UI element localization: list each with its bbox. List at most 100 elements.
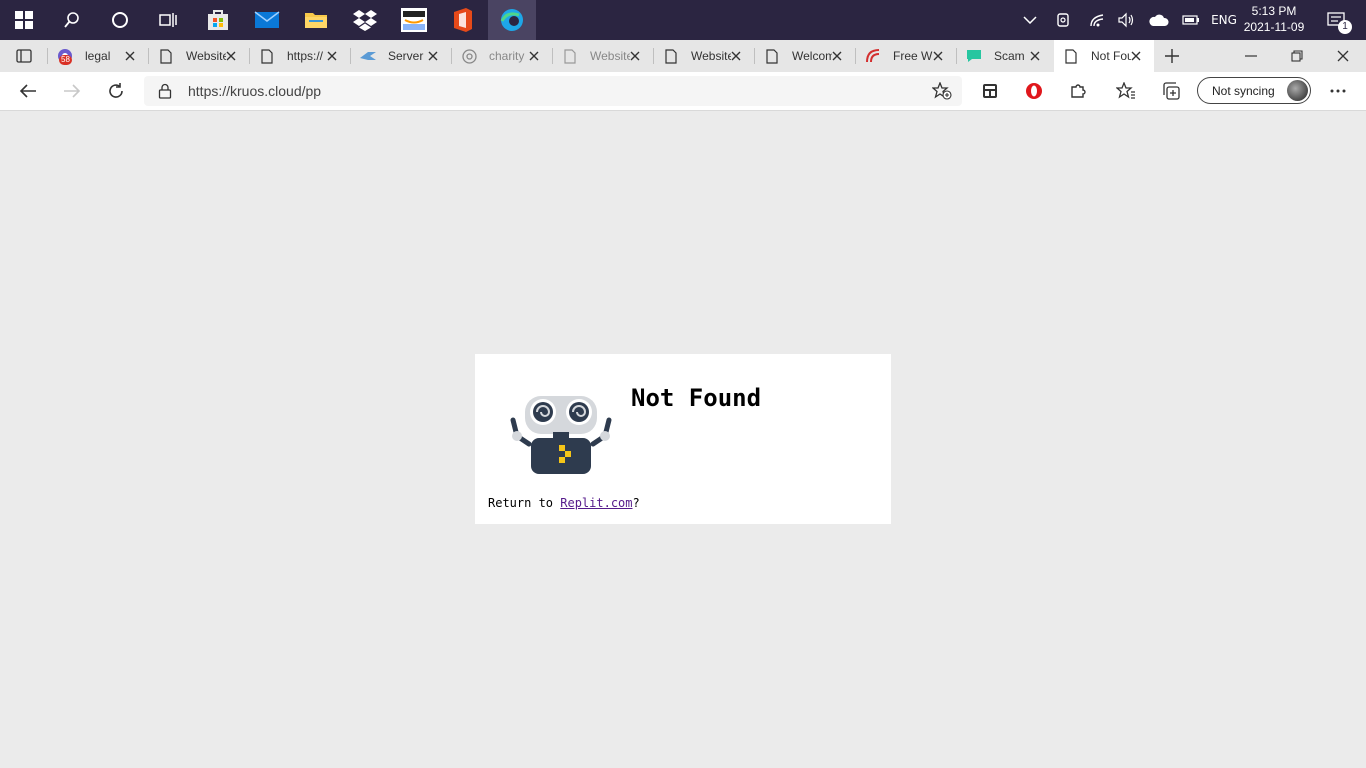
- tab-actions-button[interactable]: [8, 40, 40, 72]
- close-tab-icon[interactable]: [425, 48, 441, 64]
- file-explorer-app[interactable]: [292, 0, 340, 40]
- puzzle-icon: [1071, 84, 1086, 98]
- close-tab-icon[interactable]: [526, 48, 542, 64]
- edge-app[interactable]: [488, 0, 536, 40]
- plus-icon: [1165, 49, 1179, 63]
- dropbox-icon: [353, 10, 377, 31]
- windows-logo-icon: [15, 11, 33, 29]
- free-favicon-icon: [865, 48, 881, 64]
- profile-button[interactable]: Not syncing: [1197, 77, 1311, 104]
- office-app[interactable]: [439, 0, 487, 40]
- notification-count-badge: 1: [1338, 20, 1352, 34]
- store-app[interactable]: [194, 0, 242, 40]
- tab-website-1[interactable]: Website: [149, 40, 249, 72]
- close-tab-icon[interactable]: [930, 48, 946, 64]
- opera-icon: [1026, 83, 1042, 99]
- close-tab-icon[interactable]: [728, 48, 744, 64]
- avatar: [1287, 80, 1308, 101]
- not-found-card: Not Found Return to Replit.com?: [475, 354, 891, 524]
- close-tab-icon[interactable]: [1027, 48, 1043, 64]
- tab-label: Not Found: [1091, 49, 1131, 63]
- tab-label: Website: [691, 49, 731, 63]
- meet-now-tray[interactable]: [1052, 0, 1074, 40]
- tab-label: legal: [85, 49, 111, 63]
- network-tray[interactable]: [1086, 0, 1108, 40]
- clock-date: 2021-11-09: [1243, 20, 1305, 34]
- back-button[interactable]: [12, 75, 44, 107]
- tab-badge: 58: [59, 55, 72, 65]
- page-favicon-icon: [158, 48, 174, 64]
- close-tab-icon[interactable]: [223, 48, 239, 64]
- action-center-button[interactable]: 1: [1318, 0, 1354, 40]
- tab-not-found[interactable]: Not Found: [1054, 40, 1154, 72]
- replit-link[interactable]: Replit.com: [560, 496, 632, 510]
- amazon-app[interactable]: [390, 0, 438, 40]
- replit-robot-icon: [510, 396, 612, 474]
- system-clock[interactable]: 5:13 PM 2021-11-09: [1240, 3, 1308, 35]
- tab-label: Server: [388, 49, 424, 63]
- collections-icon: [1163, 82, 1180, 100]
- restore-button[interactable]: [1274, 40, 1320, 72]
- close-tab-icon[interactable]: [324, 48, 340, 64]
- search-button[interactable]: [48, 0, 96, 40]
- forward-button[interactable]: [56, 75, 88, 107]
- new-tab-button[interactable]: [1158, 40, 1186, 72]
- close-tab-icon[interactable]: [122, 48, 138, 64]
- collections-button[interactable]: [1155, 75, 1187, 107]
- speaker-icon: [1118, 12, 1134, 28]
- language-indicator[interactable]: ENG: [1208, 0, 1240, 40]
- task-view-button[interactable]: [144, 0, 192, 40]
- cortana-icon: [112, 12, 128, 28]
- battery-tray[interactable]: [1180, 0, 1202, 40]
- tab-strip: 58 legal Website https:// Server charity…: [0, 40, 1366, 72]
- close-tab-icon[interactable]: [1128, 48, 1144, 64]
- server-favicon-icon: [360, 48, 376, 64]
- page-favicon-icon: [663, 48, 679, 64]
- tab-label: charity: [489, 49, 525, 63]
- refresh-button[interactable]: [100, 75, 132, 107]
- tab-label: Website: [590, 49, 630, 63]
- tab-website-3[interactable]: Website: [654, 40, 754, 72]
- url-text[interactable]: https://kruos.cloud/pp: [188, 83, 321, 99]
- volume-tray[interactable]: [1115, 0, 1137, 40]
- extensions-button[interactable]: [1062, 75, 1094, 107]
- task-view-icon: [159, 13, 177, 27]
- tab-charity[interactable]: charity: [452, 40, 552, 72]
- add-favorite-icon[interactable]: [931, 81, 952, 104]
- tab-https[interactable]: https://: [250, 40, 350, 72]
- tab-free[interactable]: Free W: [856, 40, 956, 72]
- mail-app[interactable]: [243, 0, 291, 40]
- start-button[interactable]: [0, 0, 48, 40]
- lock-icon[interactable]: [158, 83, 172, 103]
- minimize-button[interactable]: [1228, 40, 1274, 72]
- dropbox-app[interactable]: [341, 0, 389, 40]
- tab-server[interactable]: Server: [351, 40, 451, 72]
- page-favicon-icon: [1063, 48, 1079, 64]
- scam-favicon-icon: [966, 48, 982, 64]
- close-tab-icon[interactable]: [829, 48, 845, 64]
- tab-label: Website: [186, 49, 226, 63]
- onedrive-tray[interactable]: [1147, 0, 1171, 40]
- close-tab-icon[interactable]: [627, 48, 643, 64]
- return-prefix: Return to: [488, 496, 561, 510]
- tab-legal[interactable]: 58 legal: [48, 40, 148, 72]
- microsoft-store-icon: [208, 10, 228, 30]
- tab-label: Free W: [893, 49, 933, 63]
- extension-1-button[interactable]: [974, 75, 1006, 107]
- return-text: Return to Replit.com?: [488, 496, 640, 510]
- close-window-button[interactable]: [1320, 40, 1366, 72]
- show-hidden-icons-button[interactable]: [1018, 0, 1042, 40]
- tab-scam[interactable]: Scam: [957, 40, 1053, 72]
- tab-welcome[interactable]: Welcome: [755, 40, 855, 72]
- cortana-button[interactable]: [96, 0, 144, 40]
- page-title: Not Found: [631, 384, 762, 412]
- favorites-button[interactable]: [1110, 75, 1142, 107]
- opera-extension-button[interactable]: [1018, 75, 1050, 107]
- refresh-icon: [109, 83, 123, 98]
- settings-more-button[interactable]: [1322, 75, 1354, 107]
- page-favicon-icon: [259, 48, 275, 64]
- tab-website-2[interactable]: Website: [553, 40, 653, 72]
- arrow-right-icon: [64, 84, 81, 98]
- charity-favicon-icon: [461, 48, 477, 64]
- battery-icon: [1182, 15, 1199, 25]
